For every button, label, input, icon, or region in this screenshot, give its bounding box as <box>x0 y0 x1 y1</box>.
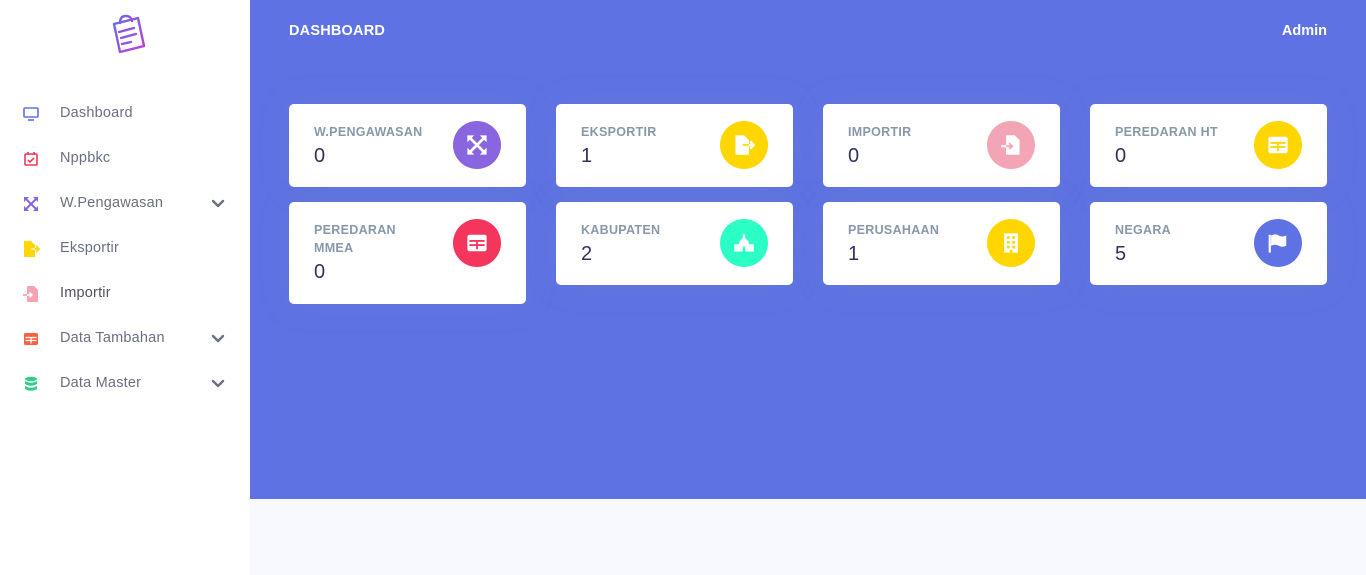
flag-icon <box>1254 219 1302 267</box>
file-import-icon <box>22 285 40 303</box>
stat-card-w-pengawasan[interactable]: W.PENGAWASAN 0 <box>289 104 526 187</box>
table-icon <box>1254 121 1302 169</box>
user-menu[interactable]: Admin <box>1282 23 1327 39</box>
stat-card-importir[interactable]: IMPORTIR 0 <box>823 104 1060 187</box>
sidebar-item-label: Importir <box>60 285 111 301</box>
chevron-down-icon[interactable] <box>210 331 226 347</box>
card-value: 1 <box>848 243 860 265</box>
file-import-icon <box>987 121 1035 169</box>
table-icon <box>453 219 501 267</box>
file-export-icon <box>720 121 768 169</box>
sidebar-item-importir[interactable]: Importir <box>0 271 250 316</box>
card-title: PEREDARAN MMEA <box>314 223 396 255</box>
sidebar-item-data-tambahan[interactable]: Data Tambahan <box>0 316 250 361</box>
sidebar-item-nppbkc[interactable]: Nppbkc <box>0 136 250 181</box>
stat-card-eksportir[interactable]: EKSPORTIR 1 <box>556 104 793 187</box>
card-value: 2 <box>581 243 593 265</box>
calendar-check-icon <box>22 150 40 168</box>
card-title: IMPORTIR <box>848 125 912 139</box>
card-value: 5 <box>1115 243 1127 265</box>
card-value: 0 <box>848 145 860 167</box>
sidebar-item-data-master[interactable]: Data Master <box>0 361 250 406</box>
building-icon <box>987 219 1035 267</box>
sidebar-item-w-pengawasan[interactable]: W.Pengawasan <box>0 181 250 226</box>
database-icon <box>22 375 40 393</box>
page-title: DASHBOARD <box>289 23 386 39</box>
arrows-expand-icon <box>22 195 40 213</box>
stat-card-peredaran-ht[interactable]: PEREDARAN HT 0 <box>1090 104 1327 187</box>
card-value: 0 <box>314 261 326 283</box>
table-icon <box>22 330 40 348</box>
card-title: W.PENGAWASAN <box>314 125 423 139</box>
file-export-icon <box>22 240 40 258</box>
sidebar-item-label: Eksportir <box>60 240 120 256</box>
card-value: 0 <box>1115 145 1127 167</box>
sidebar: Dashboard Nppbkc W.Pengawasan Eksportir <box>0 0 250 575</box>
card-value: 1 <box>581 145 593 167</box>
sidebar-item-label: Dashboard <box>60 105 133 121</box>
chevron-down-icon[interactable] <box>210 376 226 392</box>
stat-card-negara[interactable]: NEGARA 5 <box>1090 202 1327 285</box>
stat-card-kabupaten[interactable]: KABUPATEN 2 <box>556 202 793 285</box>
card-title: NEGARA <box>1115 223 1171 237</box>
sidebar-nav: Dashboard Nppbkc W.Pengawasan Eksportir <box>0 91 250 406</box>
building-columns-icon <box>720 219 768 267</box>
card-value: 0 <box>314 145 326 167</box>
stat-card-peredaran-mmea[interactable]: PEREDARAN MMEA 0 <box>289 202 526 304</box>
sidebar-item-label: W.Pengawasan <box>60 195 164 211</box>
card-title: PEREDARAN HT <box>1115 125 1218 139</box>
arrows-expand-icon <box>453 121 501 169</box>
card-title: KABUPATEN <box>581 223 661 237</box>
sidebar-item-label: Nppbkc <box>60 150 111 166</box>
sidebar-item-label: Data Master <box>60 375 142 391</box>
sidebar-item-label: Data Tambahan <box>60 330 165 346</box>
sidebar-item-dashboard[interactable]: Dashboard <box>0 91 250 136</box>
shopping-bag-icon[interactable] <box>104 14 148 58</box>
card-title: PERUSAHAAN <box>848 223 940 237</box>
stat-card-perusahaan[interactable]: PERUSAHAAN 1 <box>823 202 1060 285</box>
chevron-down-icon[interactable] <box>210 196 226 212</box>
monitor-icon <box>22 105 40 123</box>
sidebar-item-eksportir[interactable]: Eksportir <box>0 226 250 271</box>
card-title: EKSPORTIR <box>581 125 657 139</box>
